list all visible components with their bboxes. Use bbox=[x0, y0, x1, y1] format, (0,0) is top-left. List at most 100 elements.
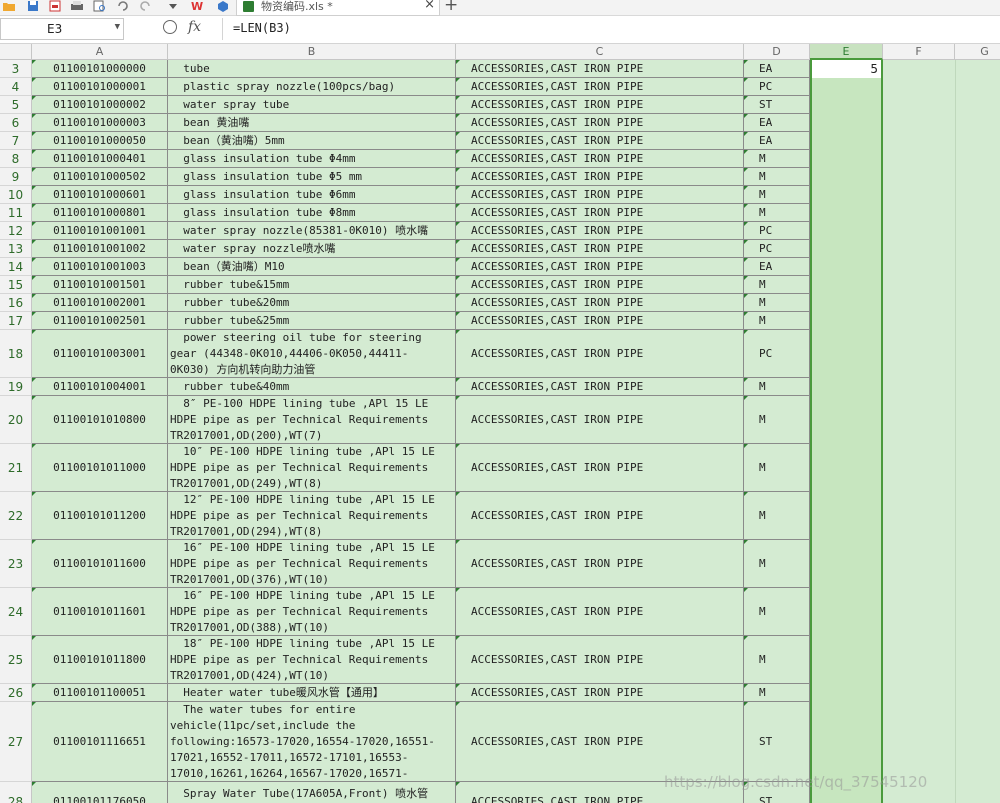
cell-unit[interactable]: M bbox=[744, 204, 810, 222]
cell-description[interactable]: 12″ PE-100 HDPE lining tube ,APl 15 LE H… bbox=[168, 492, 456, 540]
row-header[interactable]: 22 bbox=[0, 492, 32, 540]
cell-description[interactable]: water spray nozzle喷水嘴 bbox=[168, 240, 456, 258]
cell-description[interactable]: 16″ PE-100 HDPE lining tube ,APl 15 LE H… bbox=[168, 540, 456, 588]
cell-category[interactable]: ACCESSORIES,CAST IRON PIPE bbox=[456, 78, 744, 96]
cell-code[interactable]: 01100101001002 bbox=[32, 240, 168, 258]
cell-code[interactable]: 01100101116651 bbox=[32, 702, 168, 782]
row-header[interactable]: 21 bbox=[0, 444, 32, 492]
cell-unit[interactable]: M bbox=[744, 588, 810, 636]
cell-description[interactable]: glass insulation tube Φ6mm bbox=[168, 186, 456, 204]
row-header[interactable]: 25 bbox=[0, 636, 32, 684]
cell-code[interactable]: 01100101003001 bbox=[32, 330, 168, 378]
cell-description[interactable]: glass insulation tube Φ4mm bbox=[168, 150, 456, 168]
row-header[interactable]: 9 bbox=[0, 168, 32, 186]
column-header-d[interactable]: D bbox=[744, 44, 810, 60]
cell-code[interactable]: 01100101011800 bbox=[32, 636, 168, 684]
cell-code[interactable]: 01100101001001 bbox=[32, 222, 168, 240]
more-dropdown-icon[interactable] bbox=[166, 0, 180, 12]
cell-category[interactable]: ACCESSORIES,CAST IRON PIPE bbox=[456, 150, 744, 168]
cell-code[interactable]: 01100101000502 bbox=[32, 168, 168, 186]
cell-code[interactable]: 01100101011600 bbox=[32, 540, 168, 588]
cell-description[interactable]: power steering oil tube for steering gea… bbox=[168, 330, 456, 378]
cell-description[interactable]: 16″ PE-100 HDPE lining tube ,APl 15 LE H… bbox=[168, 588, 456, 636]
cell-code[interactable]: 01100101001003 bbox=[32, 258, 168, 276]
cell-code[interactable]: 01100101000050 bbox=[32, 132, 168, 150]
cell-code[interactable]: 01100101000003 bbox=[32, 114, 168, 132]
tab-file[interactable]: 物资编码.xls * × bbox=[236, 0, 440, 16]
open-folder-icon[interactable] bbox=[2, 0, 16, 12]
cell-unit[interactable]: M bbox=[744, 312, 810, 330]
cell-category[interactable]: ACCESSORIES,CAST IRON PIPE bbox=[456, 258, 744, 276]
cell-description[interactable]: rubber tube&15mm bbox=[168, 276, 456, 294]
cell-code[interactable]: 01100101011601 bbox=[32, 588, 168, 636]
zoom-magnifier-icon[interactable] bbox=[163, 20, 177, 34]
cell-description[interactable]: 8″ PE-100 HDPE lining tube ,APl 15 LE HD… bbox=[168, 396, 456, 444]
cell-code[interactable]: 01100101000002 bbox=[32, 96, 168, 114]
cell-unit[interactable]: ST bbox=[744, 702, 810, 782]
cell-description[interactable]: bean（黄油嘴）M10 bbox=[168, 258, 456, 276]
row-header[interactable]: 19 bbox=[0, 378, 32, 396]
active-cell-e3[interactable]: 5 bbox=[812, 60, 881, 78]
cell-category[interactable]: ACCESSORIES,CAST IRON PIPE bbox=[456, 444, 744, 492]
cell-category[interactable]: ACCESSORIES,CAST IRON PIPE bbox=[456, 378, 744, 396]
cell-description[interactable]: rubber tube&40mm bbox=[168, 378, 456, 396]
formula-input[interactable]: =LEN(B3) bbox=[222, 18, 1000, 40]
cell-unit[interactable]: M bbox=[744, 636, 810, 684]
cell-code[interactable]: 01100101004001 bbox=[32, 378, 168, 396]
row-header[interactable]: 26 bbox=[0, 684, 32, 702]
cell-unit[interactable]: EA bbox=[744, 258, 810, 276]
cell-description[interactable]: rubber tube&25mm bbox=[168, 312, 456, 330]
cell-description[interactable]: tube bbox=[168, 60, 456, 78]
cell-description[interactable]: glass insulation tube Φ5 mm bbox=[168, 168, 456, 186]
cell-description[interactable]: 18″ PE-100 HDPE lining tube ,APl 15 LE H… bbox=[168, 636, 456, 684]
row-header[interactable]: 5 bbox=[0, 96, 32, 114]
redo-icon[interactable] bbox=[138, 0, 152, 12]
name-box[interactable]: E3 ▼ bbox=[0, 18, 124, 40]
chevron-down-icon[interactable]: ▼ bbox=[115, 22, 120, 32]
row-header[interactable]: 28 bbox=[0, 782, 32, 803]
add-tab-icon[interactable]: + bbox=[444, 0, 458, 15]
cell-description[interactable]: glass insulation tube Φ8mm bbox=[168, 204, 456, 222]
save-icon[interactable] bbox=[26, 0, 40, 12]
select-all-corner[interactable] bbox=[0, 44, 32, 60]
row-header[interactable]: 18 bbox=[0, 330, 32, 378]
export-pdf-icon[interactable] bbox=[48, 0, 62, 12]
selected-column-e[interactable] bbox=[810, 60, 883, 803]
cell-unit[interactable]: ST bbox=[744, 96, 810, 114]
cell-unit[interactable]: M bbox=[744, 684, 810, 702]
row-header[interactable]: 13 bbox=[0, 240, 32, 258]
cell-category[interactable]: ACCESSORIES,CAST IRON PIPE bbox=[456, 684, 744, 702]
cell-unit[interactable]: PC bbox=[744, 330, 810, 378]
row-header[interactable]: 10 bbox=[0, 186, 32, 204]
undo-icon[interactable] bbox=[116, 0, 130, 12]
cell-code[interactable]: 01100101000001 bbox=[32, 78, 168, 96]
row-header[interactable]: 8 bbox=[0, 150, 32, 168]
cell-description[interactable]: Spray Water Tube(17A605A,Front) 喷水管 (前) bbox=[168, 782, 456, 803]
cell-category[interactable]: ACCESSORIES,CAST IRON PIPE bbox=[456, 168, 744, 186]
cell-description[interactable]: Heater water tube暖风水管【通用】 bbox=[168, 684, 456, 702]
cell-unit[interactable]: EA bbox=[744, 60, 810, 78]
cell-unit[interactable]: M bbox=[744, 396, 810, 444]
cell-description[interactable]: The water tubes for entire vehicle(11pc/… bbox=[168, 702, 456, 782]
row-header[interactable]: 23 bbox=[0, 540, 32, 588]
cell-code[interactable]: 01100101011000 bbox=[32, 444, 168, 492]
cell-category[interactable]: ACCESSORIES,CAST IRON PIPE bbox=[456, 294, 744, 312]
wps-logo-icon[interactable]: W bbox=[190, 0, 204, 12]
cell-description[interactable]: bean（黄油嘴）5mm bbox=[168, 132, 456, 150]
column-header-e[interactable]: E bbox=[810, 44, 883, 60]
cell-unit[interactable]: M bbox=[744, 186, 810, 204]
cell-code[interactable]: 01100101001501 bbox=[32, 276, 168, 294]
cell-code[interactable]: 01100101000000 bbox=[32, 60, 168, 78]
cell-category[interactable]: ACCESSORIES,CAST IRON PIPE bbox=[456, 702, 744, 782]
column-header-c[interactable]: C bbox=[456, 44, 744, 60]
row-header[interactable]: 12 bbox=[0, 222, 32, 240]
row-header[interactable]: 27 bbox=[0, 702, 32, 782]
cell-unit[interactable]: M bbox=[744, 294, 810, 312]
cell-unit[interactable]: M bbox=[744, 168, 810, 186]
cell-category[interactable]: ACCESSORIES,CAST IRON PIPE bbox=[456, 240, 744, 258]
cell-unit[interactable]: M bbox=[744, 276, 810, 294]
row-header[interactable]: 17 bbox=[0, 312, 32, 330]
cell-category[interactable]: ACCESSORIES,CAST IRON PIPE bbox=[456, 276, 744, 294]
cell-description[interactable]: rubber tube&20mm bbox=[168, 294, 456, 312]
row-header[interactable]: 24 bbox=[0, 588, 32, 636]
